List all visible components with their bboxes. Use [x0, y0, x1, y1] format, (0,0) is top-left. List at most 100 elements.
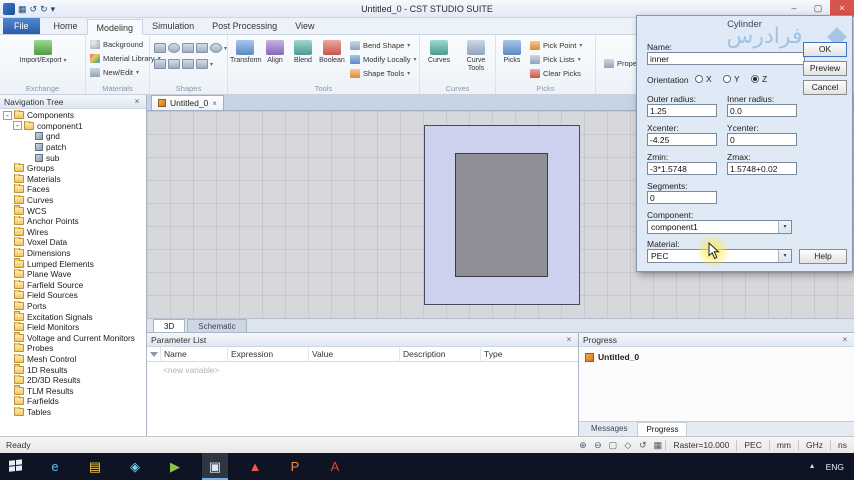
ok-button[interactable]: OK — [803, 42, 847, 57]
name-field[interactable] — [647, 52, 805, 65]
cancel-button[interactable]: Cancel — [803, 80, 847, 95]
navigation-tree-close-icon[interactable]: × — [132, 97, 142, 106]
preview-button[interactable]: Preview — [803, 61, 847, 76]
clear-picks-button[interactable]: Clear Picks — [530, 69, 581, 78]
orientation-z-radio[interactable]: Z — [751, 74, 767, 84]
background-button[interactable]: Background — [90, 40, 143, 49]
blend-button[interactable]: Blend — [289, 40, 317, 65]
tree-item-groups[interactable]: Groups — [0, 162, 146, 174]
start-button[interactable] — [0, 453, 32, 480]
taskbar-adobe-app[interactable]: ▲ — [242, 453, 268, 480]
tree-item-plane-wave[interactable]: Plane Wave — [0, 268, 146, 280]
loft-shape-icon[interactable] — [168, 59, 180, 69]
curves-button[interactable]: Curves — [423, 40, 455, 65]
outer-radius-field[interactable] — [647, 104, 717, 117]
align-button[interactable]: Align — [261, 40, 289, 65]
qat-dropdown-icon[interactable]: ▾ — [51, 3, 56, 15]
patch[interactable] — [455, 153, 548, 277]
sweep-shape-icon[interactable] — [182, 59, 194, 69]
inner-radius-field[interactable] — [727, 104, 797, 117]
segments-field[interactable] — [647, 191, 717, 204]
tree-item-1d-results[interactable]: 1D Results — [0, 364, 146, 375]
param-column-type[interactable]: Type — [481, 347, 578, 361]
tree-item-farfield-source[interactable]: Farfield Source — [0, 279, 146, 291]
tree-item-mesh-control[interactable]: Mesh Control — [0, 353, 146, 365]
tab-modeling[interactable]: Modeling — [86, 19, 144, 35]
taskbar-file-explorer[interactable]: ▤ — [82, 453, 108, 480]
new-edit-button[interactable]: New/Edit ▾ — [90, 68, 139, 77]
tree-item-dimensions[interactable]: Dimensions — [0, 247, 146, 259]
cone-shape-icon[interactable] — [196, 43, 208, 53]
tree-item-2d-3d-results[interactable]: 2D/3D Results — [0, 374, 146, 386]
tree-item-voltage-and-current-monitors[interactable]: Voltage and Current Monitors — [0, 332, 146, 343]
tab-progress[interactable]: Progress — [637, 422, 688, 436]
chamfer-shape-icon[interactable] — [196, 59, 208, 69]
taskbar-safari[interactable]: ◈ — [122, 453, 148, 480]
tree-item-materials[interactable]: Materials — [0, 173, 146, 185]
sphere-shape-icon[interactable] — [168, 43, 180, 53]
tab-post-processing[interactable]: Post Processing — [203, 18, 286, 34]
boolean-button[interactable]: Boolean — [317, 40, 347, 65]
orientation-y-radio[interactable]: Y — [723, 74, 740, 84]
tree-item-components[interactable]: - Components — [0, 110, 146, 121]
chevron-down-icon[interactable]: ▾ — [210, 61, 213, 68]
tree-item-sub[interactable]: sub — [0, 152, 146, 163]
tree-item-probes[interactable]: Probes — [0, 343, 146, 354]
extrude-shape-icon[interactable] — [154, 59, 166, 69]
tree-item-gnd[interactable]: gnd — [0, 131, 146, 142]
tab-messages[interactable]: Messages — [583, 422, 635, 436]
redo-icon[interactable]: ↻ — [40, 3, 48, 15]
view-tab-3d[interactable]: 3D — [153, 319, 186, 332]
zoom-fit-icon[interactable]: ▢ — [605, 440, 620, 451]
filter-icon-cell[interactable] — [147, 347, 161, 361]
zmax-field[interactable] — [727, 162, 797, 175]
taskbar-media-app[interactable]: ▶ — [162, 453, 188, 480]
save-icon[interactable]: ▦ — [18, 3, 27, 15]
select-icon[interactable]: ◇ — [620, 440, 635, 451]
undo-icon[interactable]: ↺ — [30, 3, 38, 15]
app-logo-icon[interactable] — [3, 2, 15, 15]
tree-collapse-icon[interactable]: - — [13, 121, 22, 131]
taskbar-internet-explorer[interactable]: e — [42, 453, 68, 480]
taskbar-cst-studio[interactable]: ▣ — [202, 453, 228, 480]
curve-tools-button[interactable]: Curve Tools — [459, 40, 493, 73]
tree-item-field-monitors[interactable]: Field Monitors — [0, 321, 146, 333]
xcenter-field[interactable] — [647, 133, 717, 146]
transform-button[interactable]: Transform — [230, 40, 262, 65]
tray-overflow-icon[interactable]: ▲ — [809, 463, 816, 470]
zoom-in-icon[interactable]: ⊕ — [575, 440, 590, 451]
help-button[interactable]: Help — [799, 249, 847, 264]
tree-item-excitation-signals[interactable]: Excitation Signals — [0, 311, 146, 322]
grid-icon[interactable]: ▦ — [650, 440, 665, 451]
new-variable-placeholder[interactable]: <new variable> — [163, 365, 219, 375]
param-column-expression[interactable]: Expression — [228, 347, 309, 361]
progress-panel-close-icon[interactable]: × — [840, 335, 850, 344]
tree-item-component1[interactable]: - component1 — [0, 120, 146, 132]
tree-item-wires[interactable]: Wires — [0, 226, 146, 238]
tree-item-faces[interactable]: Faces — [0, 184, 146, 195]
taskbar-powerpoint[interactable]: P — [282, 453, 308, 480]
tab-home[interactable]: Home — [45, 18, 87, 34]
tree-item-voxel-data[interactable]: Voxel Data — [0, 237, 146, 248]
modify-locally-button[interactable]: Modify Locally ▾ — [350, 55, 417, 64]
picks-button[interactable]: Picks — [498, 40, 526, 65]
zmin-field[interactable] — [647, 162, 717, 175]
taskbar-acrobat-reader[interactable]: A — [322, 453, 348, 480]
orientation-x-radio[interactable]: X — [695, 74, 712, 84]
cylinder-shape-icon[interactable] — [182, 43, 194, 53]
param-column-description[interactable]: Description — [400, 347, 481, 361]
parameter-list-body[interactable]: <new variable> — [147, 362, 578, 436]
pick-lists-button[interactable]: Pick Lists ▾ — [530, 55, 581, 64]
ycenter-field[interactable] — [727, 133, 797, 146]
tree-item-wcs[interactable]: WCS — [0, 205, 146, 216]
bend-shape-button[interactable]: Bend Shape ▾ — [350, 41, 410, 50]
tree-item-patch[interactable]: patch — [0, 142, 146, 153]
parameter-list-close-icon[interactable]: × — [564, 335, 574, 344]
chevron-down-icon[interactable]: ▾ — [224, 45, 227, 52]
tab-file[interactable]: File — [3, 18, 40, 34]
cuboid-shape-icon[interactable] — [154, 43, 166, 53]
rotate-view-icon[interactable]: ↺ — [635, 440, 650, 451]
param-column-name[interactable]: Name — [161, 347, 228, 361]
tree-item-farfields[interactable]: Farfields — [0, 396, 146, 407]
tree-item-curves[interactable]: Curves — [0, 194, 146, 206]
